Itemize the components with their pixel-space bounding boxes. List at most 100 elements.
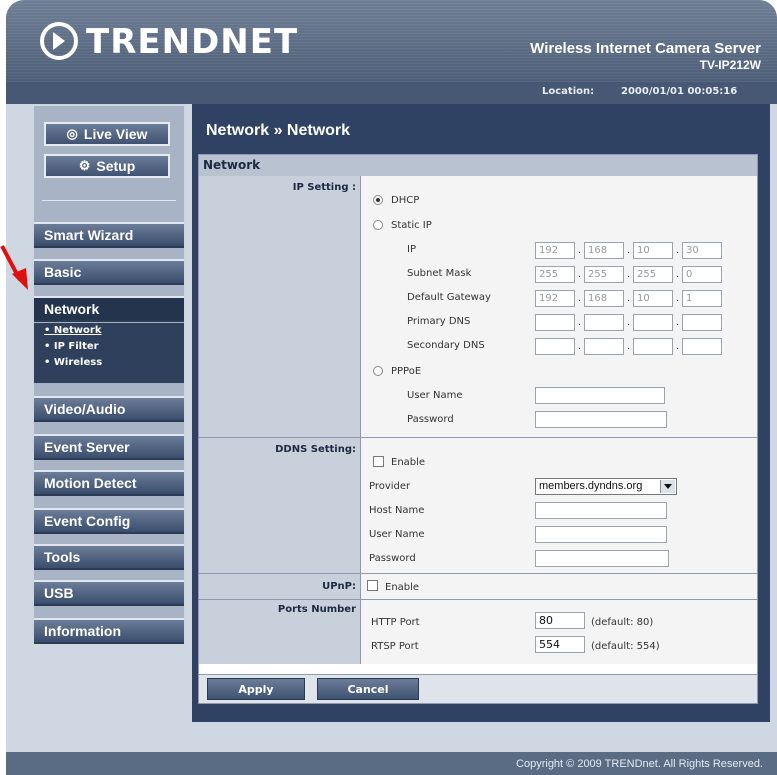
secondary-dns-octet-3[interactable]: [633, 338, 673, 355]
ip-octet-1[interactable]: 192: [535, 242, 575, 259]
subnet-octet-1[interactable]: 255: [535, 266, 575, 283]
dhcp-radio[interactable]: [373, 195, 383, 205]
subnet-mask-label: Subnet Mask: [407, 268, 472, 279]
primary-dns-octet-1[interactable]: [535, 314, 575, 331]
subnav-network[interactable]: • Network: [34, 323, 184, 339]
pppoe-user-name-label: User Name: [407, 390, 463, 401]
sidebar-item-information[interactable]: Information: [34, 618, 184, 644]
ddns-enable-label: Enable: [391, 457, 426, 468]
host-name-input[interactable]: [535, 502, 667, 519]
ip-octet-4[interactable]: 30: [682, 242, 722, 259]
setup-button[interactable]: ⚙ Setup: [44, 154, 170, 178]
sidebar-item-video-audio[interactable]: Video/Audio: [34, 396, 184, 422]
subnet-octet-3[interactable]: 255: [633, 266, 673, 283]
pppoe-password-label: Password: [407, 414, 454, 425]
network-panel: Network IP Setting : DHCP Static IP IP 1…: [198, 154, 758, 686]
gear-icon: ⚙: [78, 158, 91, 173]
copyright-text: Copyright © 2009 TRENDnet. All Rights Re…: [516, 758, 763, 770]
red-arrow-annotation: [0, 245, 28, 290]
sidebar: ◎ Live View ⚙ Setup Smart Wizard Basic N…: [32, 104, 186, 644]
ddns-enable-checkbox[interactable]: [373, 456, 384, 467]
ddns-password-input[interactable]: [535, 550, 669, 567]
ddns-password-label: Password: [369, 553, 416, 564]
sidebar-item-event-config[interactable]: Event Config: [34, 508, 184, 534]
chevron-down-icon[interactable]: [660, 480, 675, 493]
sidebar-item-tools[interactable]: Tools: [34, 544, 184, 570]
ports-values: HTTP Port 80 (default: 80) RTSP Port 554…: [361, 600, 757, 664]
ip-setting-values: DHCP Static IP IP 192 . 168 . 10 . 30 Su…: [361, 176, 757, 437]
primary-dns-octet-2[interactable]: [584, 314, 624, 331]
cancel-button[interactable]: Cancel: [317, 678, 419, 700]
ports-number-label: Ports Number: [199, 600, 361, 664]
secondary-dns-octet-1[interactable]: [535, 338, 575, 355]
location-bar: Location: 2000/01/01 00:05:16: [6, 82, 777, 104]
upnp-enable-checkbox[interactable]: [367, 580, 378, 591]
ddns-user-name-label: User Name: [369, 529, 425, 540]
http-port-label: HTTP Port: [371, 617, 420, 628]
secondary-dns-label: Secondary DNS: [407, 340, 485, 351]
upnp-label: UPnP:: [199, 574, 361, 599]
live-view-button[interactable]: ◎ Live View: [44, 122, 170, 146]
host-name-label: Host Name: [369, 505, 425, 516]
sidebar-item-smart-wizard[interactable]: Smart Wizard: [34, 222, 184, 248]
gateway-octet-3[interactable]: 10: [633, 290, 673, 307]
divider: [42, 200, 176, 201]
sidebar-item-event-server[interactable]: Event Server: [34, 434, 184, 460]
main-content: Network » Network Network IP Setting : D…: [192, 104, 770, 722]
secondary-dns-octet-2[interactable]: [584, 338, 624, 355]
subnet-octet-4[interactable]: 0: [682, 266, 722, 283]
default-gateway-label: Default Gateway: [407, 292, 491, 303]
secondary-dns-octet-4[interactable]: [682, 338, 722, 355]
dhcp-label: DHCP: [391, 195, 420, 206]
provider-value: members.dyndns.org: [539, 480, 643, 492]
sidebar-item-network[interactable]: Network: [34, 296, 184, 322]
subnav-ip-filter[interactable]: • IP Filter: [34, 339, 184, 355]
ip-octet-3[interactable]: 10: [633, 242, 673, 259]
trendnet-logo-icon: [40, 22, 78, 60]
eye-icon: ◎: [66, 126, 78, 141]
gateway-octet-2[interactable]: 168: [584, 290, 624, 307]
network-submenu: • Network • IP Filter • Wireless: [34, 323, 184, 383]
setup-label: Setup: [96, 158, 136, 174]
ip-octet-2[interactable]: 168: [584, 242, 624, 259]
header-model: TV-IP212W: [699, 58, 761, 72]
primary-dns-octet-4[interactable]: [682, 314, 722, 331]
apply-button[interactable]: Apply: [207, 678, 305, 700]
primary-dns-octet-3[interactable]: [633, 314, 673, 331]
ip-label: IP: [407, 244, 416, 255]
upnp-values: Enable: [361, 574, 757, 599]
ddns-values: Enable Provider members.dyndns.org Host …: [361, 438, 757, 573]
rtsp-port-label: RTSP Port: [371, 641, 419, 652]
page-frame: TRENDNET Wireless Internet Camera Server…: [6, 0, 777, 775]
ddns-user-name-input[interactable]: [535, 526, 667, 543]
static-ip-radio[interactable]: [373, 220, 383, 230]
sidebar-item-basic[interactable]: Basic: [34, 259, 184, 285]
live-view-label: Live View: [83, 126, 148, 142]
gateway-octet-1[interactable]: 192: [535, 290, 575, 307]
location-value: 2000/01/01 00:05:16: [621, 86, 738, 97]
provider-label: Provider: [369, 481, 411, 492]
rtsp-port-input[interactable]: 554: [535, 636, 585, 653]
page-title: Network » Network: [206, 122, 351, 139]
provider-select[interactable]: members.dyndns.org: [535, 478, 677, 495]
sidebar-item-usb[interactable]: USB: [34, 580, 184, 606]
http-port-input[interactable]: 80: [535, 612, 585, 629]
sidebar-item-motion-detect[interactable]: Motion Detect: [34, 470, 184, 496]
action-bar: Apply Cancel: [198, 674, 758, 704]
location-label: Location:: [542, 86, 595, 97]
footer: Copyright © 2009 TRENDnet. All Rights Re…: [6, 752, 777, 775]
rtsp-port-default: (default: 554): [591, 641, 660, 652]
header: TRENDNET Wireless Internet Camera Server…: [6, 0, 777, 82]
pppoe-label: PPPoE: [391, 366, 422, 377]
http-port-default: (default: 80): [591, 617, 654, 628]
pppoe-radio[interactable]: [373, 366, 383, 376]
upnp-enable-label: Enable: [385, 582, 420, 593]
header-title: Wireless Internet Camera Server: [530, 40, 761, 57]
subnav-wireless[interactable]: • Wireless: [34, 355, 184, 371]
subnet-octet-2[interactable]: 255: [584, 266, 624, 283]
gateway-octet-4[interactable]: 1: [682, 290, 722, 307]
ip-setting-label: IP Setting :: [199, 176, 361, 437]
ddns-setting-label: DDNS Setting:: [199, 438, 361, 573]
pppoe-password-input[interactable]: [535, 411, 667, 428]
pppoe-user-name-input[interactable]: [535, 387, 665, 404]
